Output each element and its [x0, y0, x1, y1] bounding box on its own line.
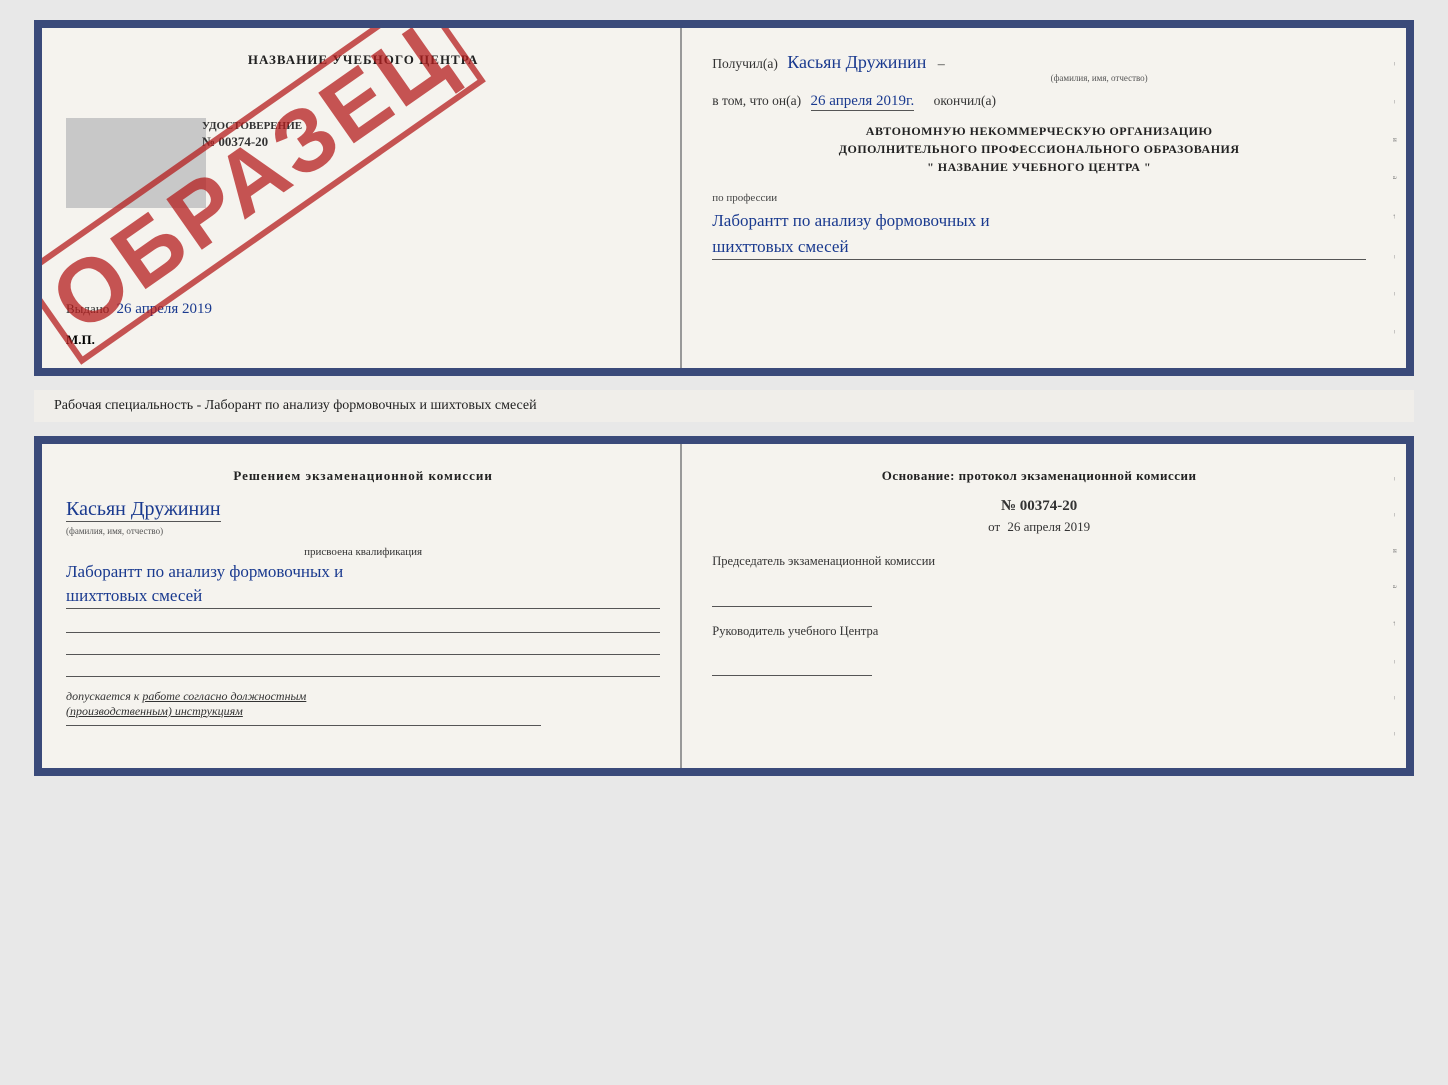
mp-line: М.П. [66, 332, 95, 348]
side-mark-2: – [1391, 100, 1399, 104]
org-line3: " НАЗВАНИЕ УЧЕБНОГО ЦЕНТРА " [712, 158, 1366, 176]
side-mark-4: а [1391, 176, 1399, 179]
poluchil-line: Получил(а) Касьян Дружинин – (фамилия, и… [712, 52, 1366, 83]
photo-placeholder [66, 118, 206, 208]
br-side-mark-6: – [1391, 660, 1399, 664]
bottom-line-3 [66, 661, 660, 677]
org-block: АВТОНОМНУЮ НЕКОММЕРЧЕСКУЮ ОРГАНИЗАЦИЮ ДО… [712, 122, 1366, 176]
side-mark-6: – [1391, 255, 1399, 259]
right-side-marks: – – и а ← – – – [1386, 28, 1404, 368]
bottom-doc-right: Основание: протокол экзаменационной коми… [682, 444, 1406, 768]
rukovoditel-label: Руководитель учебного Центра [712, 623, 1366, 641]
top-document: НАЗВАНИЕ УЧЕБНОГО ЦЕНТРА УДОСТОВЕРЕНИЕ №… [34, 20, 1414, 376]
bottom-line-2 [66, 639, 660, 655]
bottom-doc-left: Решением экзаменационной комиссии Касьян… [42, 444, 682, 768]
podpis-block: Председатель экзаменационной комиссии Ру… [712, 553, 1366, 676]
kasyan-name-line: Касьян Дружинин [66, 498, 660, 524]
okonchil-label: окончил(а) [934, 93, 996, 108]
poluchil-label: Получил(а) [712, 56, 778, 71]
poluchil-value: Касьян Дружинин [787, 52, 926, 72]
cert-title: НАЗВАНИЕ УЧЕБНОГО ЦЕНТРА [66, 52, 660, 68]
professii-block: по профессии Лаборантт по анализу формов… [712, 188, 1366, 260]
br-side-mark-8: – [1391, 732, 1399, 736]
br-side-mark-7: – [1391, 696, 1399, 700]
org-line2: ДОПОЛНИТЕЛЬНОГО ПРОФЕССИОНАЛЬНОГО ОБРАЗО… [712, 140, 1366, 158]
professii-label: по профессии [712, 192, 777, 204]
prisvoena-label: присвоена квалификация [66, 546, 660, 558]
br-side-mark-3: и [1391, 549, 1399, 553]
vydano-line: Выдано 26 апреля 2019 [66, 301, 212, 318]
br-side-mark-4: а [1391, 585, 1399, 588]
predsedatel-label: Председатель экзаменационной комиссии [712, 553, 1366, 571]
side-mark-1: – [1391, 62, 1399, 66]
ot-date: от 26 апреля 2019 [712, 519, 1366, 535]
vydano-date: 26 апреля 2019 [117, 301, 213, 317]
vtom-label: в том, что он(а) [712, 93, 801, 108]
ot-label: от [988, 519, 1000, 534]
dopuskaetsya-block: допускается к работе согласно должностны… [66, 689, 660, 719]
vydano-label: Выдано [66, 301, 109, 316]
bottom-lines [66, 617, 660, 677]
side-mark-3: и [1391, 138, 1399, 142]
ot-date-value: 26 апреля 2019 [1007, 519, 1090, 534]
bottom-right-side-marks: – – и а ← – – – [1386, 444, 1404, 768]
vtom-date: 26 апреля 2019г. [811, 93, 915, 111]
udostoverenie-number: № 00374-20 [202, 134, 268, 149]
br-side-mark-5: ← [1391, 620, 1399, 627]
kvalifikaciya-value: Лаборантт по анализу формовочных ишихтто… [66, 560, 660, 609]
br-side-mark-2: – [1391, 513, 1399, 517]
org-line1: АВТОНОМНУЮ НЕКОММЕРЧЕСКУЮ ОРГАНИЗАЦИЮ [712, 122, 1366, 140]
bottom-document: Решением экзаменационной комиссии Касьян… [34, 436, 1414, 776]
predsedatel-signature-line [712, 591, 872, 607]
side-mark-8: – [1391, 330, 1399, 334]
final-line-bottom [66, 725, 541, 726]
protocol-number: № 00374-20 [712, 498, 1366, 515]
dash: – [938, 57, 945, 72]
bottom-line-1 [66, 617, 660, 633]
br-side-mark-1: – [1391, 477, 1399, 481]
poluchil-caption: (фамилия, имя, отчество) [832, 73, 1366, 83]
osnovanie-title: Основание: протокол экзаменационной коми… [712, 468, 1366, 484]
top-doc-left: НАЗВАНИЕ УЧЕБНОГО ЦЕНТРА УДОСТОВЕРЕНИЕ №… [42, 28, 682, 368]
kasyan-value: Касьян Дружинин [66, 498, 221, 522]
side-mark-7: – [1391, 292, 1399, 296]
dopuskaetsya-label: допускается к [66, 689, 139, 703]
top-doc-right: Получил(а) Касьян Дружинин – (фамилия, и… [682, 28, 1406, 368]
udostoverenie-block: УДОСТОВЕРЕНИЕ № 00374-20 [202, 120, 302, 150]
fio-caption: (фамилия, имя, отчество) [66, 526, 660, 536]
middle-label: Рабочая специальность - Лаборант по анал… [34, 390, 1414, 422]
rukovoditel-signature-line [712, 660, 872, 676]
resheniem-title: Решением экзаменационной комиссии [66, 468, 660, 484]
vtom-line: в том, что он(а) 26 апреля 2019г. окончи… [712, 93, 1366, 110]
professiya-value: Лаборантт по анализу формовочных ишихтто… [712, 208, 1366, 260]
udostoverenie-label: УДОСТОВЕРЕНИЕ [202, 120, 302, 132]
side-mark-5: ← [1391, 213, 1399, 220]
